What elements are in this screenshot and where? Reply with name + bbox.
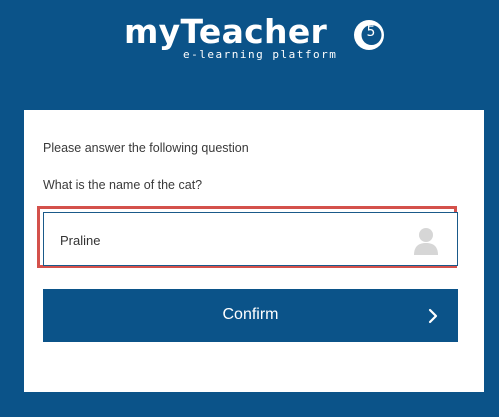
user-icon	[414, 228, 438, 255]
chevron-right-icon	[428, 308, 438, 324]
confirm-button-label: Confirm	[222, 306, 279, 323]
logo: myTeacher 5 e-learning platform	[0, 8, 499, 68]
logo-title: myTeacher	[124, 12, 328, 51]
logo-tagline: e-learning platform	[183, 48, 338, 61]
version-badge: 5	[352, 18, 386, 52]
question-card: Please answer the following question Wha…	[24, 110, 484, 392]
prompt-text: Please answer the following question	[43, 141, 249, 155]
version-number: 5	[366, 24, 376, 40]
answer-input[interactable]: Praline	[43, 212, 458, 266]
answer-input-value: Praline	[60, 233, 101, 248]
confirm-button[interactable]: Confirm	[43, 289, 458, 342]
security-question: What is the name of the cat?	[43, 178, 203, 192]
